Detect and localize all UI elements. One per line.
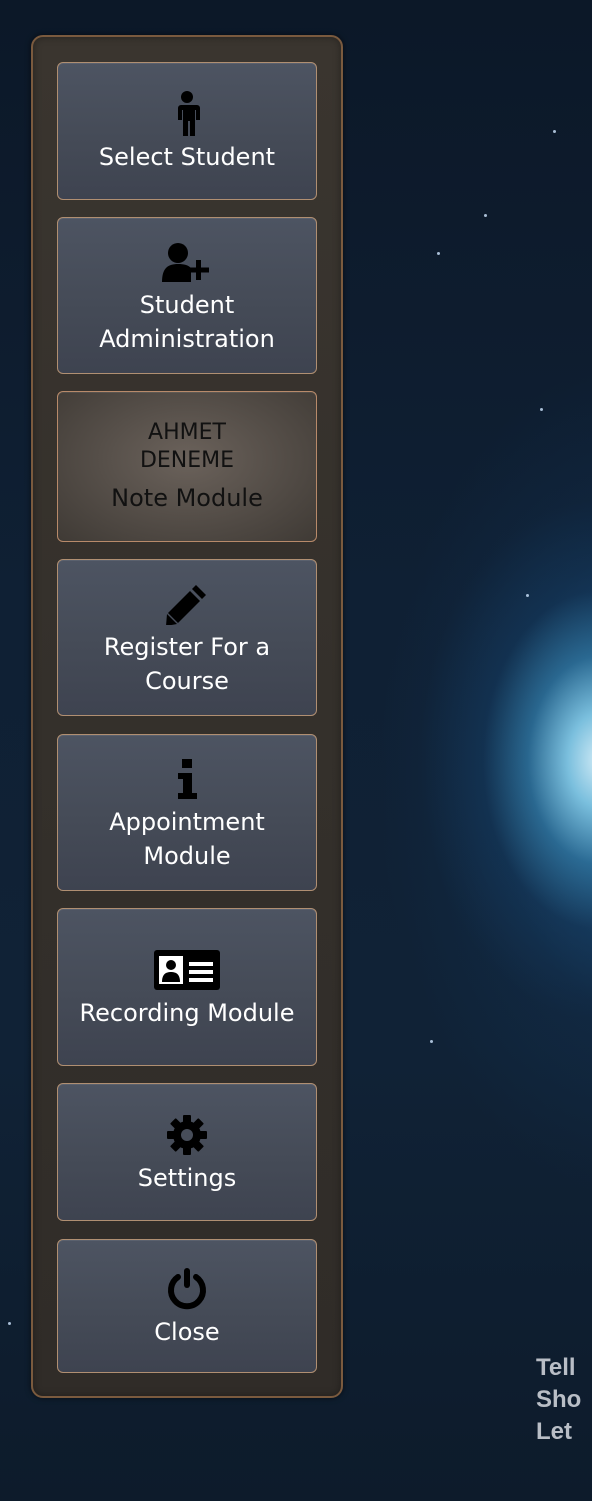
background-text-line-1: Tell — [536, 1354, 576, 1381]
background-text-line-3: Let — [536, 1418, 572, 1445]
appointment-module-label: Appointment Module — [109, 807, 265, 870]
settings-button[interactable]: Settings — [57, 1083, 317, 1221]
person-icon — [173, 88, 201, 140]
background-star — [484, 214, 487, 217]
register-course-button[interactable]: Register For a Course — [57, 559, 317, 716]
recording-module-label: Recording Module — [79, 999, 295, 1027]
note-module-label: Note Module — [111, 483, 263, 512]
background-text-line-2: Sho — [536, 1386, 582, 1413]
close-label: Close — [154, 1318, 220, 1346]
background-star — [540, 408, 543, 411]
student-first-name: AHMET — [148, 419, 226, 445]
gear-icon — [167, 1109, 207, 1161]
note-module-button[interactable]: AHMET DENEME Note Module — [57, 391, 317, 542]
background-star — [437, 252, 440, 255]
id-card-icon — [154, 944, 220, 996]
select-student-label: Select Student — [98, 143, 276, 171]
student-last-name: DENEME — [139, 447, 235, 473]
power-icon — [167, 1263, 207, 1315]
student-administration-button[interactable]: Student Administration — [57, 217, 317, 374]
select-student-button[interactable]: Select Student — [57, 62, 317, 200]
close-button[interactable]: Close — [57, 1239, 317, 1373]
background-star — [8, 1322, 11, 1325]
appointment-module-button[interactable]: Appointment Module — [57, 734, 317, 891]
background-star — [526, 594, 529, 597]
background-star — [430, 1040, 433, 1043]
student-administration-label: Student Administration — [99, 290, 275, 353]
background-star — [553, 130, 556, 133]
settings-label: Settings — [137, 1164, 237, 1192]
recording-module-button[interactable]: Recording Module — [57, 908, 317, 1066]
add-user-icon — [162, 236, 212, 288]
background-text: Tell Sho Let — [536, 1352, 581, 1448]
pencil-icon — [166, 578, 208, 630]
info-icon — [176, 753, 198, 805]
register-course-label: Register For a Course — [103, 632, 271, 695]
selected-student-name: AHMET DENEME — [140, 419, 234, 475]
